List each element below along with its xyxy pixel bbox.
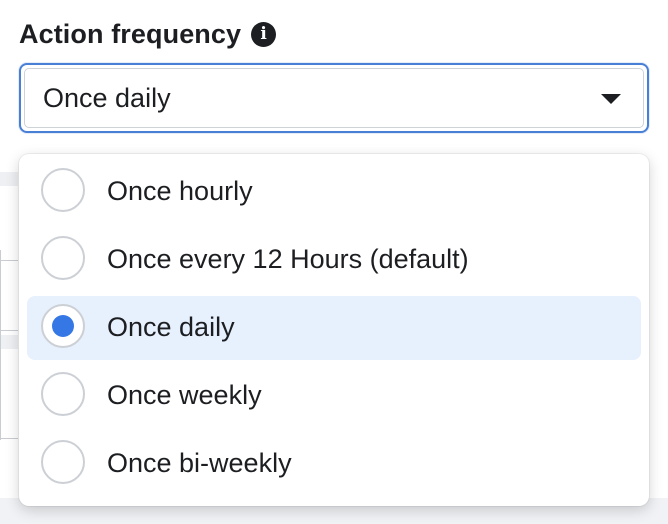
- field-label: Action frequency: [19, 18, 242, 49]
- caret-down-icon[interactable]: [601, 94, 621, 104]
- select-value: Once daily: [43, 83, 171, 113]
- background-form-band: [0, 172, 18, 186]
- radio-button[interactable]: [41, 236, 85, 280]
- background-divider: [0, 438, 18, 439]
- radio-button[interactable]: [41, 440, 85, 484]
- option-once-daily[interactable]: Once daily: [27, 296, 641, 360]
- option-label: Once daily: [107, 312, 235, 342]
- background-form-band: [0, 335, 18, 349]
- option-once-hourly[interactable]: Once hourly: [27, 160, 641, 224]
- option-once-bi-weekly[interactable]: Once bi-weekly: [27, 432, 641, 496]
- option-once-weekly[interactable]: Once weekly: [27, 364, 641, 428]
- page: Action frequency i Once daily Once hourl…: [0, 0, 668, 524]
- option-label: Once every 12 Hours (default): [107, 244, 469, 274]
- frequency-dropdown-menu: Once hourly Once every 12 Hours (default…: [19, 154, 649, 506]
- field-label-row: Action frequency i: [19, 16, 277, 52]
- background-divider: [0, 260, 18, 261]
- radio-button-selected[interactable]: [41, 304, 85, 348]
- radio-button[interactable]: [41, 372, 85, 416]
- background-border: [0, 250, 1, 440]
- option-once-every-12-hours[interactable]: Once every 12 Hours (default): [27, 228, 641, 292]
- action-frequency-select[interactable]: Once daily: [19, 63, 649, 133]
- info-icon[interactable]: i: [251, 21, 277, 47]
- option-label: Once weekly: [107, 380, 262, 410]
- radio-button[interactable]: [41, 168, 85, 212]
- radio-selected-dot: [52, 315, 74, 337]
- option-label: Once hourly: [107, 176, 253, 206]
- option-label: Once bi-weekly: [107, 448, 292, 478]
- background-divider: [0, 330, 18, 331]
